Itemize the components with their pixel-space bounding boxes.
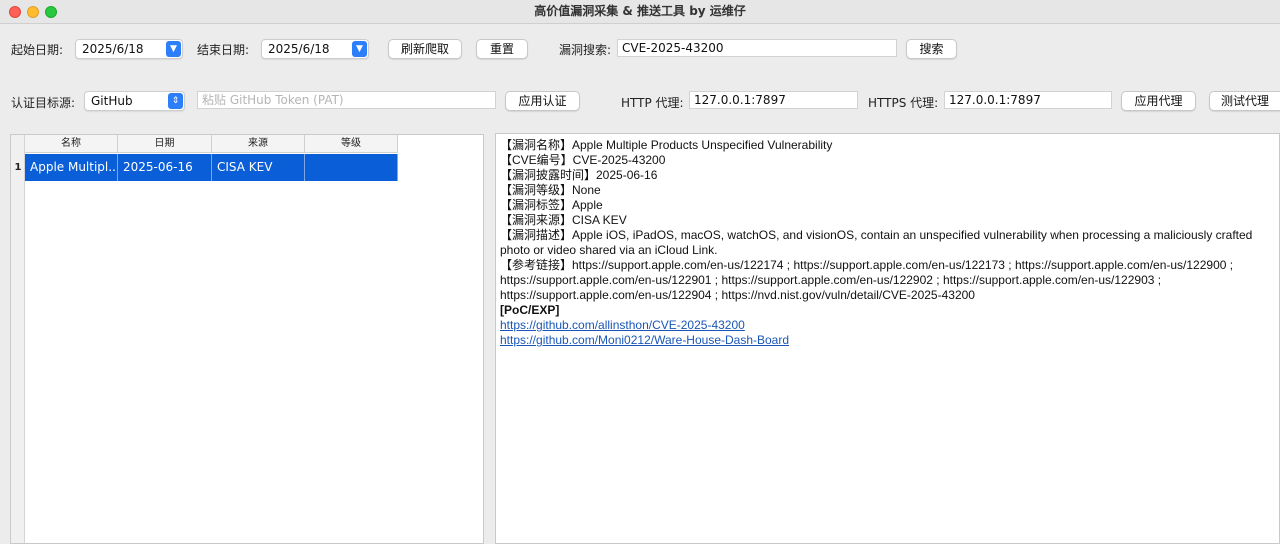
detail-cve: 【CVE编号】CVE-2025-43200 <box>500 153 666 167</box>
reset-button[interactable]: 重置 <box>476 39 528 59</box>
chevron-down-icon[interactable]: ▼ <box>166 41 181 57</box>
row-number-column <box>11 135 25 543</box>
refresh-crawl-button[interactable]: 刷新爬取 <box>388 39 462 59</box>
https-proxy-label: HTTPS 代理: <box>868 96 939 110</box>
row-number: 1 <box>14 162 22 173</box>
search-button[interactable]: 搜索 <box>906 39 957 59</box>
github-token-input[interactable]: 粘贴 GitHub Token (PAT) <box>197 91 496 109</box>
start-date-label: 起始日期: <box>11 43 64 57</box>
auth-source-label: 认证目标源: <box>11 96 76 110</box>
apply-proxy-button[interactable]: 应用代理 <box>1121 91 1196 111</box>
column-header-source[interactable]: 来源 <box>212 135 305 153</box>
table-cell-date[interactable]: 2025-06-16 <box>118 154 212 181</box>
title-bar: 高价值漏洞采集 & 推送工具 by 运维仔 <box>0 0 1280 24</box>
detail-description: 【漏洞描述】Apple iOS, iPadOS, macOS, watchOS,… <box>500 228 1256 257</box>
apply-auth-button[interactable]: 应用认证 <box>505 91 580 111</box>
detail-source: 【漏洞来源】CISA KEV <box>500 213 627 227</box>
chevron-updown-icon[interactable]: ⇕ <box>168 93 183 109</box>
detail-tag: 【漏洞标签】Apple <box>500 198 603 212</box>
detail-name: 【漏洞名称】Apple Multiple Products Unspecifie… <box>500 138 833 152</box>
end-date-label: 结束日期: <box>197 43 250 57</box>
detail-date: 【漏洞披露时间】2025-06-16 <box>500 168 658 182</box>
chevron-down-icon[interactable]: ▼ <box>352 41 367 57</box>
window-title: 高价值漏洞采集 & 推送工具 by 运维仔 <box>534 4 746 18</box>
start-date-value: 2025/6/18 <box>82 42 144 56</box>
table-cell-source[interactable]: CISA KEV <box>212 154 305 181</box>
minimize-window-icon[interactable] <box>27 6 39 18</box>
https-proxy-input[interactable]: 127.0.0.1:7897 <box>944 91 1112 109</box>
vulnerability-table: 名称 日期 来源 等级 1 Apple Multipl... 2025-06-1… <box>10 134 484 544</box>
http-proxy-input[interactable]: 127.0.0.1:7897 <box>689 91 858 109</box>
auth-source-value: GitHub <box>91 94 133 108</box>
poc-header: [PoC/EXP] <box>500 303 560 317</box>
column-header-level[interactable]: 等级 <box>305 135 398 153</box>
table-cell-level[interactable] <box>305 154 398 181</box>
table-cell-name[interactable]: Apple Multipl... <box>25 154 118 181</box>
column-header-date[interactable]: 日期 <box>118 135 212 153</box>
detail-level: 【漏洞等级】None <box>500 183 601 197</box>
search-label: 漏洞搜索: <box>559 43 612 57</box>
column-header-name[interactable]: 名称 <box>25 135 118 153</box>
test-proxy-button[interactable]: 测试代理 <box>1209 91 1280 111</box>
zoom-window-icon[interactable] <box>45 6 57 18</box>
close-window-icon[interactable] <box>9 6 21 18</box>
poc-link[interactable]: https://github.com/allinsthon/CVE-2025-4… <box>500 318 745 332</box>
auth-source-select[interactable]: GitHub ⇕ <box>84 91 185 111</box>
vulnerability-detail-panel[interactable]: 【漏洞名称】Apple Multiple Products Unspecifie… <box>495 133 1280 544</box>
http-proxy-label: HTTP 代理: <box>621 96 684 110</box>
end-date-picker[interactable]: 2025/6/18 ▼ <box>261 39 369 59</box>
end-date-value: 2025/6/18 <box>268 42 330 56</box>
poc-link[interactable]: https://github.com/Moni0212/Ware-House-D… <box>500 333 789 347</box>
search-input[interactable]: CVE-2025-43200 <box>617 39 897 57</box>
start-date-picker[interactable]: 2025/6/18 ▼ <box>75 39 183 59</box>
detail-references: 【参考链接】https://support.apple.com/en-us/12… <box>500 258 1237 302</box>
